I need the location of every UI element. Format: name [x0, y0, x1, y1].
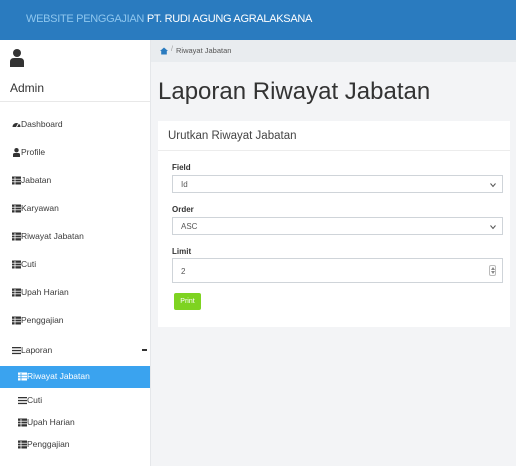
sidebar: Admin Dashboard Profile Jabatan Karyawan… — [0, 40, 151, 466]
table-icon — [18, 418, 27, 427]
sidebar-item-dashboard[interactable]: Dashboard — [0, 112, 150, 138]
sidebar-item-penggajian[interactable]: Penggajian — [0, 308, 150, 334]
table-icon — [12, 288, 21, 297]
field-label: Field — [172, 163, 191, 172]
card-header: Urutkan Riwayat Jabatan — [158, 121, 510, 151]
sidebar-item-label: Jabatan — [21, 175, 52, 185]
sidebar-item-label: Profile — [21, 147, 46, 157]
order-select-value: ASC — [181, 222, 198, 231]
sidebar-item-label: Cuti — [27, 395, 43, 405]
chevron-down-icon — [490, 183, 496, 188]
table-icon — [12, 232, 21, 241]
sort-form-card: Urutkan Riwayat Jabatan Field Id Order A… — [158, 121, 510, 327]
table-icon — [18, 372, 27, 381]
card-title: Urutkan Riwayat Jabatan — [168, 130, 297, 142]
sidebar-item-label: Penggajian — [27, 439, 70, 449]
main-content: / Riwayat Jabatan Laporan Riwayat Jabata… — [151, 40, 516, 466]
sidebar-item-jabatan[interactable]: Jabatan — [0, 168, 150, 194]
limit-input-value: 2 — [181, 267, 186, 276]
sidebar-item-label: Riwayat Jabatan — [27, 371, 90, 381]
brand-prefix: WEBSITE PENGGAJIAN — [26, 13, 145, 25]
sidebar-subitem-cuti[interactable]: Cuti — [0, 390, 150, 412]
home-icon[interactable] — [160, 47, 168, 55]
list-icon — [18, 397, 27, 405]
breadcrumb: / Riwayat Jabatan — [151, 40, 516, 62]
brand-company: PT. RUDI AGUNG AGRALAKSANA — [146, 13, 313, 25]
sidebar-item-label: Penggajian — [21, 315, 64, 325]
brand-title[interactable]: WEBSITE PENGGAJIAN PT. RUDI AGUNG AGRALA… — [26, 13, 312, 25]
order-label: Order — [172, 205, 194, 214]
collapse-icon[interactable] — [142, 349, 147, 351]
user-name: Admin — [10, 81, 45, 95]
table-icon — [12, 260, 21, 269]
sidebar-item-cuti[interactable]: Cuti — [0, 252, 150, 278]
sidebar-subitem-riwayat-jabatan[interactable]: Riwayat Jabatan — [0, 366, 150, 388]
table-icon — [12, 176, 21, 185]
list-icon — [12, 347, 21, 355]
sidebar-item-upah-harian[interactable]: Upah Harian — [0, 280, 150, 306]
sidebar-item-label: Upah Harian — [21, 287, 69, 297]
order-select[interactable]: ASC — [172, 217, 503, 235]
table-icon — [12, 204, 21, 213]
sidebar-item-profile[interactable]: Profile — [0, 140, 150, 166]
breadcrumb-current: Riwayat Jabatan — [176, 46, 232, 55]
user-icon — [13, 148, 20, 157]
table-icon — [18, 440, 27, 449]
sidebar-item-label: Riwayat Jabatan — [21, 231, 84, 241]
user-panel: Admin — [0, 40, 150, 102]
sidebar-item-label: Laporan — [21, 345, 53, 355]
user-avatar-icon — [10, 49, 24, 67]
sidebar-item-label: Karyawan — [21, 203, 59, 213]
top-navbar: WEBSITE PENGGAJIAN PT. RUDI AGUNG AGRALA… — [0, 0, 516, 40]
field-select-value: Id — [181, 180, 188, 189]
field-select[interactable]: Id — [172, 175, 503, 193]
breadcrumb-separator: / — [171, 46, 173, 53]
sidebar-item-label: Upah Harian — [27, 417, 75, 427]
sidebar-subitem-penggajian[interactable]: Penggajian — [0, 434, 150, 456]
sidebar-item-karyawan[interactable]: Karyawan — [0, 196, 150, 222]
chevron-down-icon — [490, 225, 496, 230]
sidebar-item-riwayat-jabatan[interactable]: Riwayat Jabatan — [0, 224, 150, 250]
table-icon — [12, 316, 21, 325]
limit-input[interactable]: 2 — [172, 258, 503, 283]
sidebar-subitem-upah-harian[interactable]: Upah Harian — [0, 412, 150, 434]
dashboard-icon — [12, 123, 21, 128]
sidebar-item-laporan[interactable]: Laporan — [0, 338, 150, 364]
limit-label: Limit — [172, 247, 192, 256]
page-title: Laporan Riwayat Jabatan — [158, 78, 431, 105]
number-stepper-icon[interactable] — [489, 265, 496, 276]
print-button[interactable]: Print — [174, 293, 201, 310]
sidebar-item-label: Dashboard — [21, 119, 63, 129]
sidebar-item-label: Cuti — [21, 259, 37, 269]
